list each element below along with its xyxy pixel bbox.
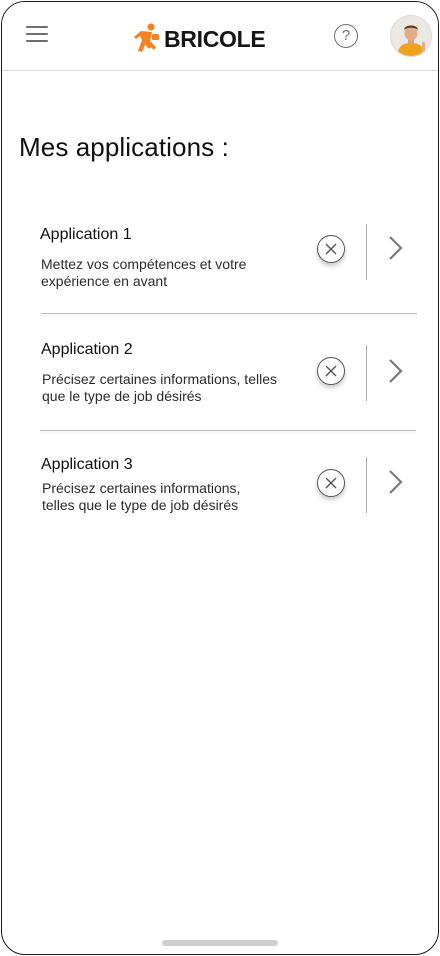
home-indicator[interactable]	[162, 940, 278, 946]
item-divider	[41, 313, 417, 314]
vertical-divider	[366, 224, 367, 280]
vertical-divider	[366, 345, 367, 401]
phone-screen: BRICOLE ? Mes applications : Application…	[1, 1, 439, 955]
application-title: Application 3	[41, 456, 133, 473]
application-description: Mettez vos compétences et votre expérien…	[41, 256, 247, 289]
chevron-right-icon[interactable]	[386, 234, 406, 262]
application-item-3[interactable]: Application 3 Précisez certaines informa…	[2, 442, 438, 552]
vertical-divider	[366, 457, 367, 513]
chevron-right-icon[interactable]	[386, 357, 406, 385]
avatar-image	[391, 16, 431, 56]
dismiss-icon[interactable]	[317, 469, 345, 497]
application-description: Précisez certaines informations, telles …	[42, 480, 241, 513]
page-title: Mes applications :	[19, 132, 229, 162]
menu-icon[interactable]	[26, 26, 48, 46]
running-man-icon	[134, 23, 159, 52]
user-avatar[interactable]	[390, 15, 432, 57]
application-description: Précisez certaines informations, telles …	[42, 371, 277, 404]
chevron-right-icon[interactable]	[386, 468, 406, 496]
application-item-1[interactable]: Application 1 Mettez vos compétences et …	[2, 212, 438, 322]
brand-name: BRICOLE	[164, 25, 266, 52]
top-bar: BRICOLE ?	[2, 2, 438, 71]
dismiss-icon[interactable]	[317, 235, 345, 263]
item-divider	[40, 430, 416, 431]
application-item-2[interactable]: Application 2 Précisez certaines informa…	[2, 328, 438, 438]
application-title: Application 2	[41, 341, 133, 358]
brand-logo[interactable]: BRICOLE	[132, 22, 266, 56]
help-icon[interactable]: ?	[334, 24, 358, 48]
dismiss-icon[interactable]	[317, 357, 345, 385]
application-title: Application 1	[40, 226, 132, 243]
